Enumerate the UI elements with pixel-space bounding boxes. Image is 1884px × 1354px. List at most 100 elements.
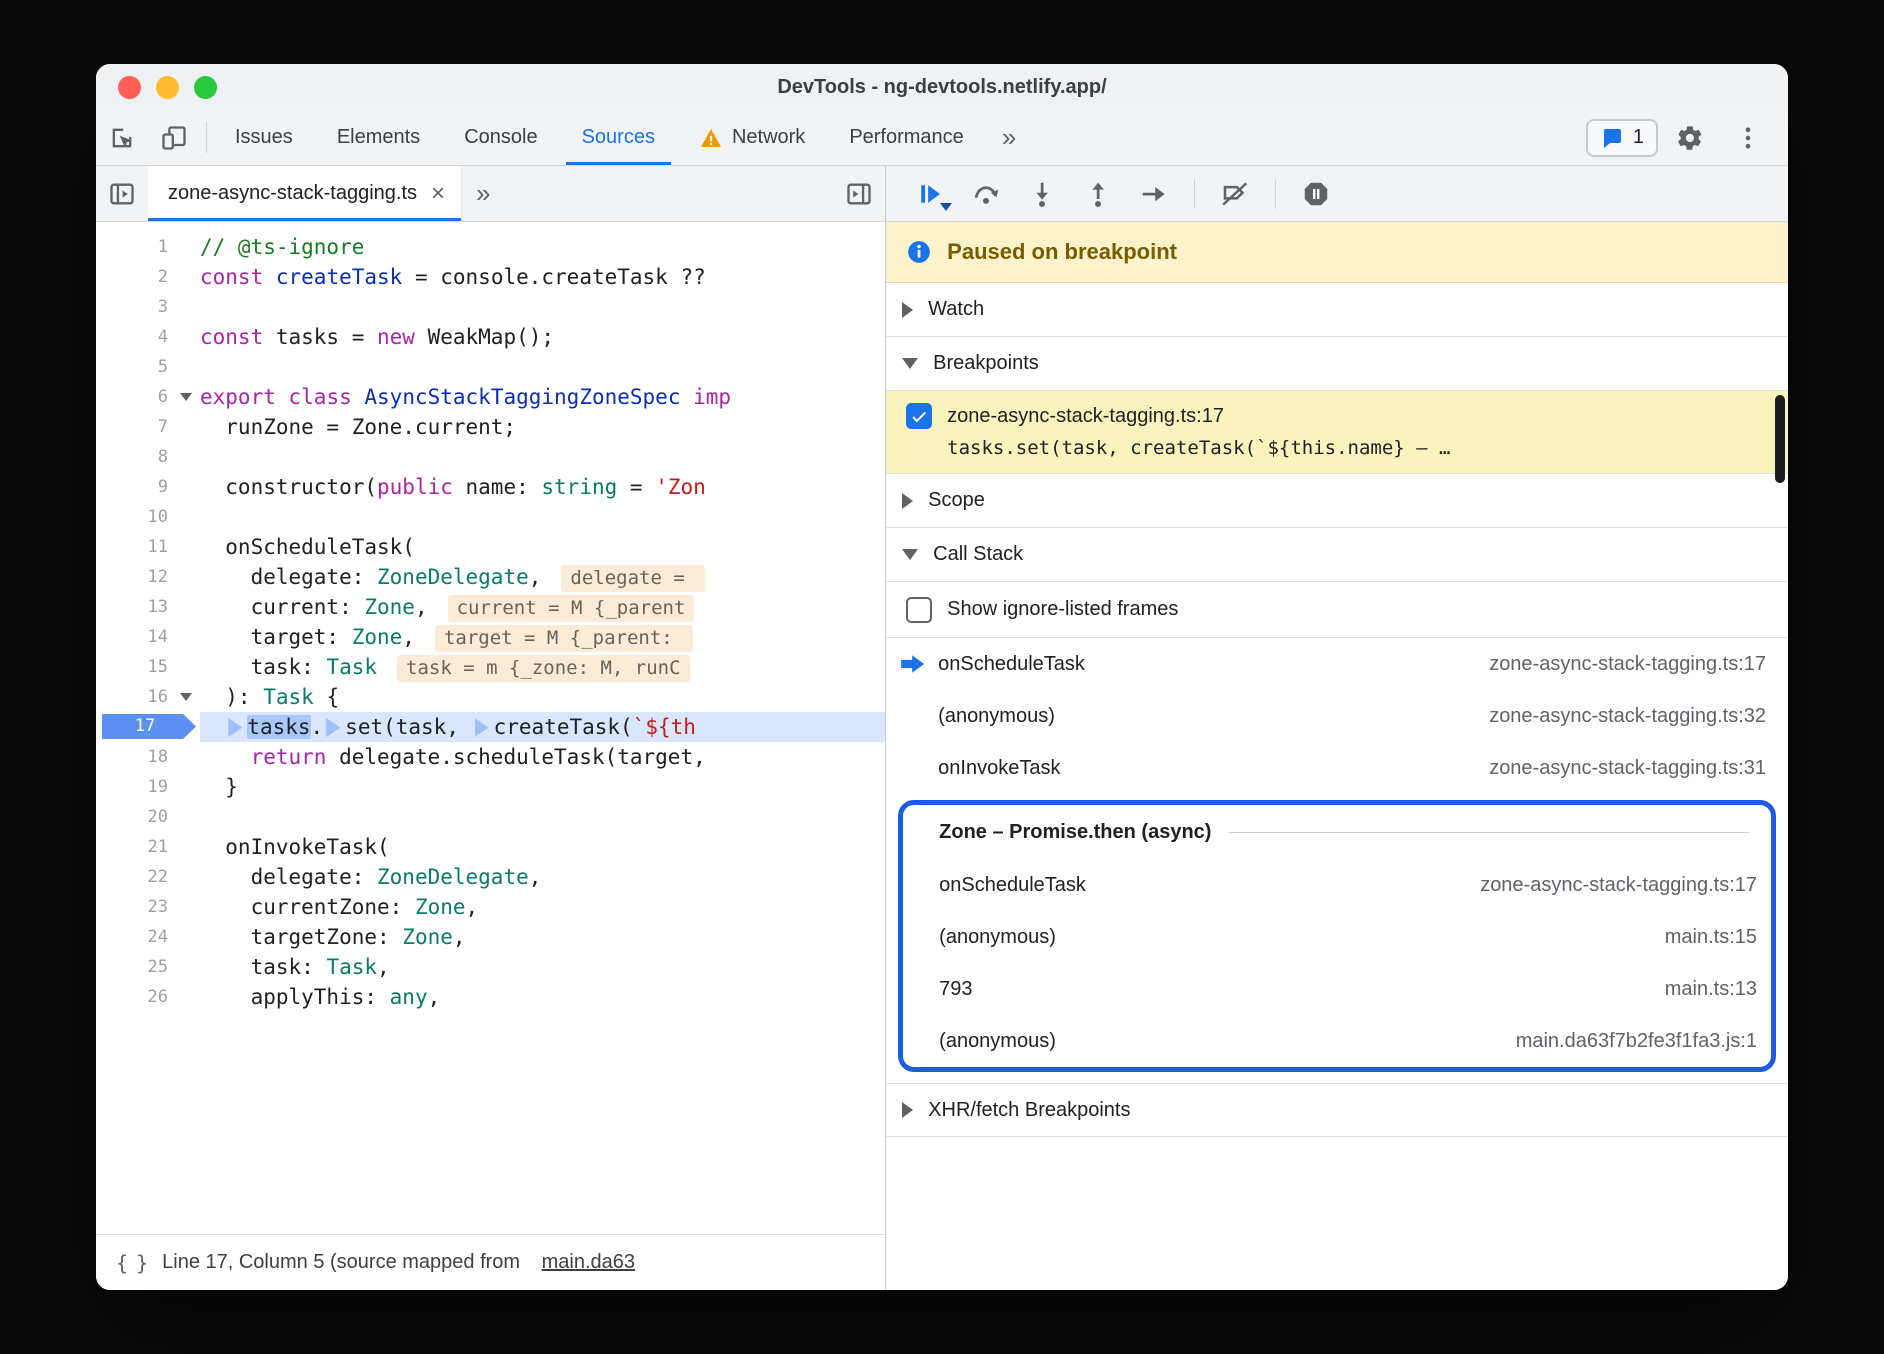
line-number[interactable]: 25 — [96, 952, 200, 982]
code-fold-icon[interactable] — [180, 393, 192, 401]
pretty-print-icon[interactable]: { } — [116, 1251, 146, 1275]
deactivate-breakpoints-button[interactable] — [1213, 172, 1257, 216]
code-line[interactable]: 18 return delegate.scheduleTask(target, — [96, 742, 885, 772]
tab-issues[interactable]: Issues — [213, 110, 315, 165]
file-tab[interactable]: zone-async-stack-tagging.ts × — [148, 166, 462, 221]
line-number[interactable]: 6 — [96, 382, 200, 412]
code-line[interactable]: 3 — [96, 292, 885, 322]
line-number[interactable]: 21 — [96, 832, 200, 862]
code-line[interactable]: 5 — [96, 352, 885, 382]
step-over-button[interactable] — [964, 172, 1008, 216]
code-line[interactable]: 2const createTask = console.createTask ?… — [96, 262, 885, 292]
code-line[interactable]: 21 onInvokeTask( — [96, 832, 885, 862]
code-line[interactable]: 25 task: Task, — [96, 952, 885, 982]
code-line[interactable]: 23 currentZone: Zone, — [96, 892, 885, 922]
code-line[interactable]: 11 onScheduleTask( — [96, 532, 885, 562]
line-number[interactable]: 10 — [96, 502, 200, 532]
call-stack-frame[interactable]: (anonymous)main.ts:15 — [903, 911, 1771, 963]
issues-counter[interactable]: 1 — [1586, 119, 1658, 157]
disclosure-expanded-icon[interactable] — [902, 358, 918, 369]
call-stack-frame[interactable]: onScheduleTaskzone-async-stack-tagging.t… — [903, 859, 1771, 911]
code-line[interactable]: 10 — [96, 502, 885, 532]
line-number[interactable]: 20 — [96, 802, 200, 832]
tab-elements[interactable]: Elements — [315, 110, 442, 165]
frame-location[interactable]: main.da63f7b2fe3f1fa3.js:1 — [1490, 1030, 1757, 1053]
ignore-listed-checkbox[interactable] — [906, 597, 932, 623]
line-number[interactable]: 19 — [96, 772, 200, 802]
code-line[interactable]: 22 delegate: ZoneDelegate, — [96, 862, 885, 892]
resume-button[interactable] — [908, 172, 952, 216]
disclosure-collapsed-icon[interactable] — [902, 493, 913, 509]
code-line[interactable]: 8 — [96, 442, 885, 472]
line-number[interactable]: 2 — [96, 262, 200, 292]
section-watch[interactable]: Watch — [886, 283, 1788, 337]
inline-breakpoint-marker-icon[interactable] — [228, 718, 242, 737]
code-line[interactable]: 1// @ts-ignore — [96, 232, 885, 262]
disclosure-collapsed-icon[interactable] — [902, 1102, 913, 1118]
section-scope[interactable]: Scope — [886, 474, 1788, 528]
line-number[interactable]: 18 — [96, 742, 200, 772]
call-stack-frame[interactable]: onScheduleTaskzone-async-stack-tagging.t… — [886, 638, 1788, 690]
inline-breakpoint-marker-icon[interactable] — [326, 718, 340, 737]
breakpoint-checkbox[interactable] — [906, 403, 932, 429]
code-line[interactable]: 4const tasks = new WeakMap(); — [96, 322, 885, 352]
code-line[interactable]: 15 task: Tasktask = m {_zone: M, runC — [96, 652, 885, 682]
line-number[interactable]: 14 — [96, 622, 200, 652]
code-line[interactable]: 24 targetZone: Zone, — [96, 922, 885, 952]
source-map-link[interactable]: main.da63 — [542, 1251, 635, 1274]
disclosure-collapsed-icon[interactable] — [902, 302, 913, 318]
frame-location[interactable]: zone-async-stack-tagging.ts:17 — [1454, 874, 1757, 897]
inline-breakpoint-marker-icon[interactable] — [475, 718, 489, 737]
code-line[interactable]: 14 target: Zone,target = M {_parent: — [96, 622, 885, 652]
code-line[interactable]: 7 runZone = Zone.current; — [96, 412, 885, 442]
line-number[interactable]: 13 — [96, 592, 200, 622]
call-stack-frame[interactable]: (anonymous)zone-async-stack-tagging.ts:3… — [886, 690, 1788, 742]
inspect-button[interactable] — [96, 110, 148, 165]
line-number[interactable]: 24 — [96, 922, 200, 952]
close-tab-icon[interactable]: × — [431, 182, 445, 206]
line-number[interactable]: 16 — [96, 682, 200, 712]
disclosure-expanded-icon[interactable] — [902, 549, 918, 560]
section-xhr-breakpoints[interactable]: XHR/fetch Breakpoints — [886, 1083, 1788, 1137]
line-number[interactable]: 5 — [96, 352, 200, 382]
frame-location[interactable]: main.ts:13 — [1639, 978, 1757, 1001]
line-number[interactable]: 26 — [96, 982, 200, 1012]
line-number[interactable]: 12 — [96, 562, 200, 592]
code-line[interactable]: 6export class AsyncStackTaggingZoneSpec … — [96, 382, 885, 412]
call-stack-frame[interactable]: 793main.ts:13 — [903, 963, 1771, 1015]
menu-button[interactable] — [1722, 124, 1774, 152]
settings-button[interactable] — [1664, 124, 1716, 152]
code-fold-icon[interactable] — [180, 693, 192, 701]
breakpoint-item[interactable]: zone-async-stack-tagging.ts:17 tasks.set… — [886, 391, 1788, 474]
frame-location[interactable]: zone-async-stack-tagging.ts:17 — [1463, 653, 1766, 676]
line-number[interactable]: 17 — [96, 712, 200, 742]
code-editor[interactable]: 1// @ts-ignore2const createTask = consol… — [96, 222, 885, 1234]
line-number[interactable]: 7 — [96, 412, 200, 442]
line-number[interactable]: 15 — [96, 652, 200, 682]
frame-location[interactable]: main.ts:15 — [1639, 926, 1757, 949]
frame-location[interactable]: zone-async-stack-tagging.ts:32 — [1463, 705, 1766, 728]
line-number[interactable]: 22 — [96, 862, 200, 892]
navigator-toggle-button[interactable] — [96, 166, 148, 221]
frame-location[interactable]: zone-async-stack-tagging.ts:31 — [1463, 757, 1766, 780]
line-number[interactable]: 4 — [96, 322, 200, 352]
code-line[interactable]: 20 — [96, 802, 885, 832]
call-stack-frame[interactable]: onInvokeTaskzone-async-stack-tagging.ts:… — [886, 742, 1788, 794]
ignore-listed-toggle[interactable]: Show ignore-listed frames — [886, 582, 1788, 638]
code-line[interactable]: 19 } — [96, 772, 885, 802]
more-panels-chevron[interactable]: » — [986, 110, 1032, 165]
code-line[interactable]: 17 tasks.set(task, createTask(`${th — [96, 712, 885, 742]
tab-network[interactable]: Network — [677, 110, 827, 165]
code-line[interactable]: 13 current: Zone,current = M {_parent — [96, 592, 885, 622]
device-toolbar-button[interactable] — [148, 110, 200, 165]
step-into-button[interactable] — [1020, 172, 1064, 216]
line-number[interactable]: 9 — [96, 472, 200, 502]
pause-on-exceptions-button[interactable] — [1294, 172, 1338, 216]
line-number[interactable]: 3 — [96, 292, 200, 322]
code-line[interactable]: 16 ): Task { — [96, 682, 885, 712]
scrollbar-thumb[interactable] — [1775, 395, 1785, 483]
tab-sources[interactable]: Sources — [560, 110, 677, 165]
line-number[interactable]: 8 — [96, 442, 200, 472]
code-line[interactable]: 12 delegate: ZoneDelegate,delegate = — [96, 562, 885, 592]
step-button[interactable] — [1132, 172, 1176, 216]
